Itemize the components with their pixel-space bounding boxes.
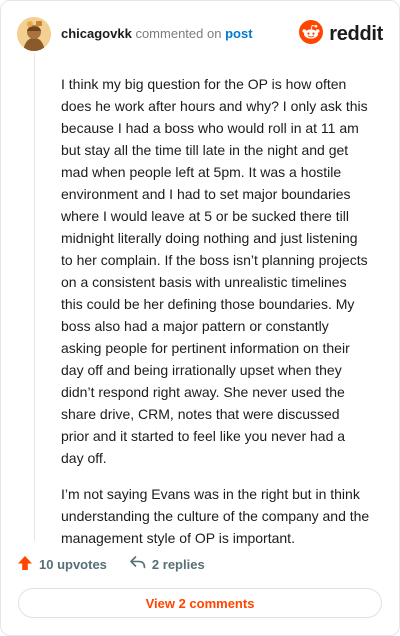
comment-card: chicagovkk commented on post reddit I th… [0,0,400,636]
action-text: commented on [135,26,222,41]
reddit-wordmark: reddit [329,22,383,45]
replies-count: 2 replies [151,556,205,572]
comment-actions: 10 upvotes 2 replies [17,554,205,574]
upvote-count: 10 upvotes [39,556,107,572]
comment-paragraph: I think my big question for the OP is ho… [61,76,368,466]
username[interactable]: chicagovkk [61,26,132,41]
comment-header: chicagovkk commented on post reddit [17,17,383,51]
thread-line [34,53,35,541]
user-avatar[interactable] [17,17,51,51]
view-comments-button[interactable]: View 2 comments [18,588,382,618]
replies-button[interactable]: 2 replies [129,555,205,573]
post-link[interactable]: post [225,26,252,41]
upvote-button[interactable]: 10 upvotes [17,555,107,574]
reply-arrow-icon [129,555,146,573]
upvote-arrow-icon [17,555,33,574]
reddit-logo-icon [299,19,324,49]
reddit-brand[interactable]: reddit [299,19,383,49]
comment-meta: chicagovkk commented on post [61,26,253,42]
comment-paragraph: I’m not saying Evans was in the right bu… [61,486,370,546]
comment-body: I think my big question for the OP is ho… [61,73,371,563]
